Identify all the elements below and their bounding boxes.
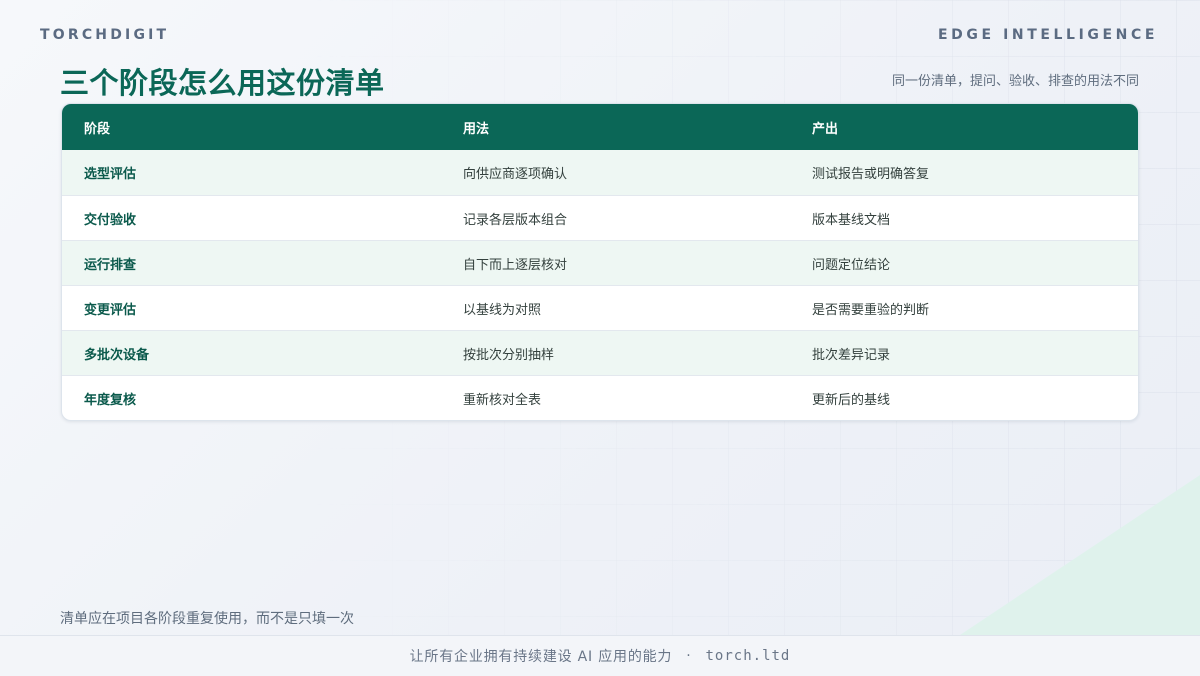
cell-usage: 自下而上逐层核对 <box>463 257 568 273</box>
brand-tagline: EDGE INTELLIGENCE <box>937 27 1158 43</box>
table-row: 变更评估 以基线为对照 是否需要重验的判断 <box>62 285 1138 330</box>
cell-output: 是否需要重验的判断 <box>812 302 930 318</box>
column-header-usage: 用法 <box>463 121 490 137</box>
brand-name: TORCHDIGIT <box>40 27 170 43</box>
column-header-output: 产出 <box>812 121 839 137</box>
cell-usage: 以基线为对照 <box>463 302 542 318</box>
cell-stage: 变更评估 <box>84 302 137 318</box>
page-title: 三个阶段怎么用这份清单 <box>60 66 385 100</box>
corner-decoration <box>960 475 1200 635</box>
cell-usage: 向供应商逐项确认 <box>463 167 568 182</box>
cell-usage: 按批次分别抽样 <box>463 347 555 363</box>
cell-stage: 交付验收 <box>84 212 137 228</box>
cell-output: 批次差异记录 <box>812 347 891 363</box>
footer-url: torch.ltd <box>705 648 791 664</box>
table-row: 运行排查 自下而上逐层核对 问题定位结论 <box>62 240 1138 285</box>
table-body: 选型评估 向供应商逐项确认 测试报告或明确答复 交付验收 记录各层版本组合 版本… <box>62 150 1138 420</box>
table-row: 选型评估 向供应商逐项确认 测试报告或明确答复 <box>62 150 1138 195</box>
table-header: 阶段 用法 产出 <box>62 104 1138 150</box>
page-subtitle: 同一份清单，提问、验收、排查的用法不同 <box>891 74 1139 89</box>
cell-output: 测试报告或明确答复 <box>812 167 930 182</box>
footnote: 清单应在项目各阶段重复使用，而不是只填一次 <box>60 611 354 627</box>
cell-output: 版本基线文档 <box>812 212 891 228</box>
cell-stage: 年度复核 <box>84 392 137 408</box>
table-row: 多批次设备 按批次分别抽样 批次差异记录 <box>62 330 1138 375</box>
table-row: 年度复核 重新核对全表 更新后的基线 <box>62 375 1138 420</box>
cell-stage: 运行排查 <box>84 257 137 273</box>
usage-table: 阶段 用法 产出 选型评估 向供应商逐项确认 测试报告或明确答复 交付验收 记录… <box>61 103 1139 421</box>
table-row: 交付验收 记录各层版本组合 版本基线文档 <box>62 195 1138 240</box>
cell-usage: 重新核对全表 <box>463 392 542 408</box>
footer-bar: 让所有企业拥有持续建设 AI 应用的能力 · torch.ltd <box>0 635 1200 676</box>
footer-separator: · <box>686 648 692 664</box>
column-header-stage: 阶段 <box>84 121 111 137</box>
cell-stage: 选型评估 <box>84 167 137 182</box>
cell-output: 问题定位结论 <box>812 257 891 273</box>
footer-slogan: 让所有企业拥有持续建设 AI 应用的能力 <box>409 649 673 665</box>
cell-stage: 多批次设备 <box>84 347 150 363</box>
cell-output: 更新后的基线 <box>812 392 891 408</box>
cell-usage: 记录各层版本组合 <box>463 212 568 228</box>
